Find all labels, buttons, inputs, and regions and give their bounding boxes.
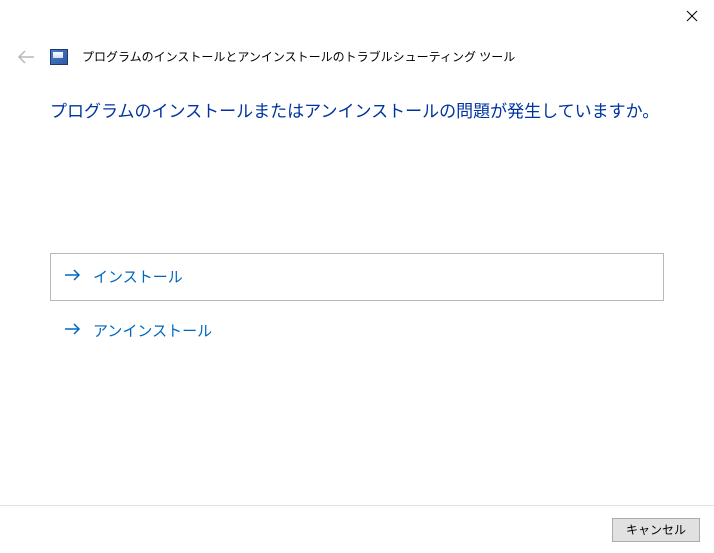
page-heading: プログラムのインストールまたはアンインストールの問題が発生していますか。 — [50, 99, 664, 125]
cancel-button[interactable]: キャンセル — [612, 518, 700, 542]
troubleshooter-icon — [50, 49, 68, 65]
header-row: プログラムのインストールとアンインストールのトラブルシューティング ツール — [0, 40, 714, 65]
option-install[interactable]: インストール — [50, 253, 664, 301]
close-button[interactable] — [670, 0, 714, 32]
close-icon — [686, 10, 698, 22]
option-uninstall[interactable]: アンインストール — [50, 307, 664, 355]
option-label: インストール — [93, 266, 183, 287]
titlebar — [0, 0, 714, 40]
back-button — [16, 50, 36, 64]
option-label: アンインストール — [93, 320, 212, 341]
back-arrow-icon — [17, 50, 35, 64]
content-area: プログラムのインストールまたはアンインストールの問題が発生していますか。 インス… — [0, 65, 714, 355]
footer: キャンセル — [0, 505, 714, 553]
option-list: インストール アンインストール — [50, 253, 664, 355]
window-title: プログラムのインストールとアンインストールのトラブルシューティング ツール — [82, 48, 515, 65]
arrow-right-icon — [65, 268, 81, 285]
arrow-right-icon — [65, 322, 81, 339]
